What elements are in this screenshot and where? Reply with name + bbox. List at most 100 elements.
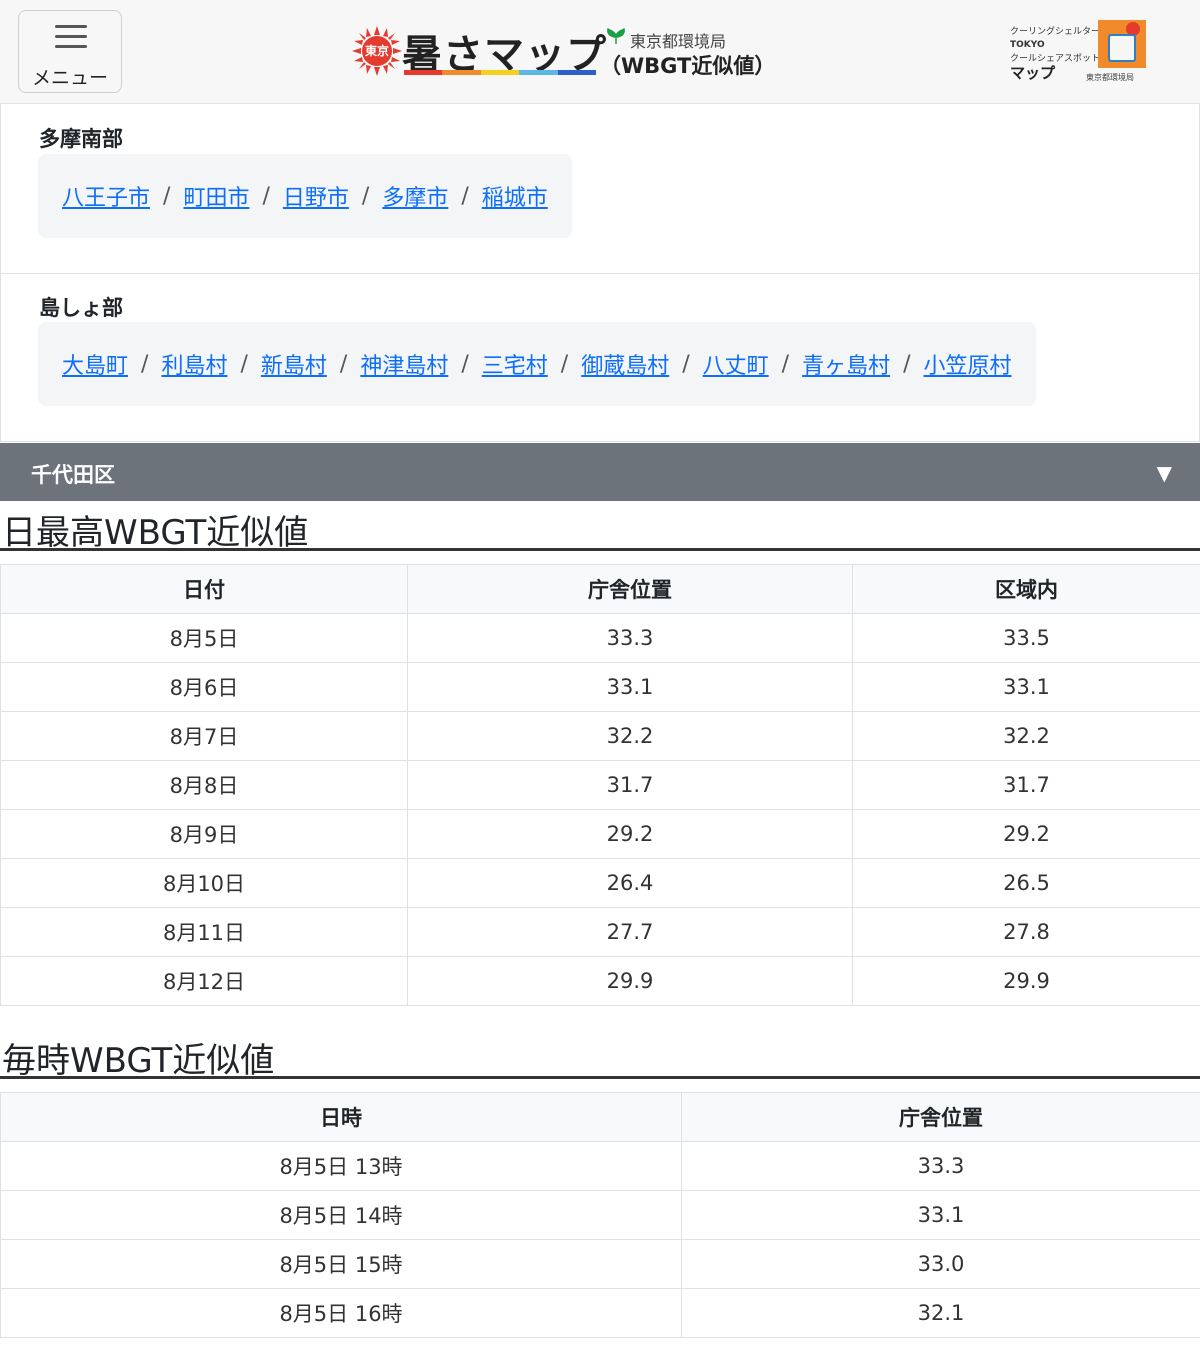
city-link[interactable]: 日野市 bbox=[283, 180, 349, 212]
cell-date: 8月6日 bbox=[0, 662, 408, 712]
cell-office: 29.9 bbox=[407, 956, 853, 1006]
cell-datetime: 8月5日 16時 bbox=[0, 1288, 682, 1338]
city-link[interactable]: 三宅村 bbox=[482, 348, 548, 380]
city-link[interactable]: 新島村 bbox=[261, 348, 327, 380]
cell-area: 31.7 bbox=[852, 760, 1200, 810]
link-separator: / bbox=[240, 351, 248, 377]
house-icon bbox=[1108, 34, 1136, 62]
cell-office: 33.1 bbox=[407, 662, 853, 712]
cell-office: 31.7 bbox=[407, 760, 853, 810]
column-header-date: 日付 bbox=[0, 564, 408, 614]
cell-office: 33.3 bbox=[407, 613, 853, 663]
region-title: 島しょ部 bbox=[39, 296, 123, 320]
cell-date: 8月5日 bbox=[0, 613, 408, 663]
cell-office: 29.2 bbox=[407, 809, 853, 859]
city-link[interactable]: 神津島村 bbox=[360, 348, 448, 380]
link-separator: / bbox=[163, 183, 171, 209]
cool-map-line4: マップ bbox=[1010, 64, 1056, 82]
city-link[interactable]: 利島村 bbox=[161, 348, 227, 380]
hourly-heading-rule bbox=[0, 1076, 1200, 1079]
city-link[interactable]: 町田市 bbox=[183, 180, 249, 212]
table-row: 8月5日 33.3 33.5 bbox=[0, 613, 1200, 663]
cell-office: 32.2 bbox=[407, 711, 853, 761]
region-list: 多摩南部 八王子市 / 町田市 / 日野市 / 多摩市 / 稲城市 島しょ部 大… bbox=[0, 104, 1200, 442]
table-row: 8月5日 14時 33.1 bbox=[0, 1190, 1200, 1240]
table-row: 8月7日 32.2 32.2 bbox=[0, 711, 1200, 761]
site-header: メニュー 東京 暑さマップ 東京都環境局 （WBGT近似値） クーリングシェルタ… bbox=[0, 0, 1200, 104]
column-header-office: 庁舎位置 bbox=[681, 1092, 1200, 1142]
link-separator: / bbox=[361, 183, 370, 209]
site-logo[interactable]: 東京 暑さマップ 東京都環境局 （WBGT近似値） bbox=[352, 20, 775, 82]
cell-office: 32.1 bbox=[681, 1288, 1200, 1338]
region-title: 多摩南部 bbox=[39, 127, 123, 151]
cell-area: 29.2 bbox=[852, 809, 1200, 859]
cell-area: 27.8 bbox=[852, 907, 1200, 957]
city-link[interactable]: 稲城市 bbox=[482, 180, 548, 212]
cell-date: 8月9日 bbox=[0, 809, 408, 859]
cell-area: 32.2 bbox=[852, 711, 1200, 761]
link-separator: / bbox=[262, 183, 270, 209]
link-separator: / bbox=[141, 351, 149, 377]
link-separator: / bbox=[461, 183, 469, 209]
logo-subtitle: （WBGT近似値） bbox=[600, 54, 776, 78]
region-divider bbox=[1, 273, 1199, 274]
cell-office: 33.3 bbox=[681, 1141, 1200, 1191]
table-row: 8月5日 16時 32.1 bbox=[0, 1288, 1200, 1338]
logo-bureau: 東京都環境局 bbox=[630, 32, 727, 51]
logo-badge: 東京 bbox=[364, 44, 389, 58]
hourly-heading: 毎時WBGT近似値 bbox=[2, 1041, 275, 1081]
cool-map-bureau: 東京都環境局 bbox=[1086, 73, 1134, 82]
city-link[interactable]: 小笠原村 bbox=[924, 348, 1012, 380]
cell-date: 8月10日 bbox=[0, 858, 408, 908]
cell-date: 8月7日 bbox=[0, 711, 408, 761]
region-link-box: 大島町 / 利島村 / 新島村 / 神津島村 / 三宅村 / 御蔵島村 / 八丈… bbox=[38, 322, 1036, 406]
cell-office: 27.7 bbox=[407, 907, 853, 957]
city-link[interactable]: 大島町 bbox=[62, 348, 128, 380]
link-separator: / bbox=[781, 351, 790, 377]
city-link[interactable]: 多摩市 bbox=[382, 180, 448, 212]
column-header-datetime: 日時 bbox=[0, 1092, 682, 1142]
city-link[interactable]: 八丈町 bbox=[703, 348, 769, 380]
link-separator: / bbox=[560, 351, 569, 377]
cool-map-line2: TOKYO bbox=[1010, 40, 1045, 50]
menu-button[interactable]: メニュー bbox=[18, 10, 122, 93]
city-link[interactable]: 青ヶ島村 bbox=[802, 348, 890, 380]
menu-label: メニュー bbox=[31, 67, 108, 89]
cell-date: 8月8日 bbox=[0, 760, 408, 810]
column-header-office: 庁舎位置 bbox=[407, 564, 853, 614]
cell-office: 33.0 bbox=[681, 1239, 1200, 1289]
cool-share-map-logo[interactable]: クーリングシェルター TOKYO クールシェアスポット マップ 東京都環境局 bbox=[1008, 20, 1148, 84]
table-header-row: 日時 庁舎位置 bbox=[0, 1092, 1200, 1142]
region-link-box: 八王子市 / 町田市 / 日野市 / 多摩市 / 稲城市 bbox=[38, 154, 572, 238]
cell-datetime: 8月5日 15時 bbox=[0, 1239, 682, 1289]
cell-date: 8月11日 bbox=[0, 907, 408, 957]
daily-heading-rule bbox=[0, 548, 1200, 551]
cell-area: 33.5 bbox=[852, 613, 1200, 663]
cell-office: 33.1 bbox=[681, 1190, 1200, 1240]
column-header-area: 区域内 bbox=[852, 564, 1200, 614]
hamburger-icon bbox=[55, 25, 87, 49]
table-row: 8月8日 31.7 31.7 bbox=[0, 760, 1200, 810]
ginkgo-icon bbox=[607, 27, 625, 44]
table-row: 8月10日 26.4 26.5 bbox=[0, 858, 1200, 908]
link-separator: / bbox=[339, 351, 348, 377]
city-link[interactable]: 御蔵島村 bbox=[581, 348, 669, 380]
table-header-row: 日付 庁舎位置 区域内 bbox=[0, 564, 1200, 614]
table-row: 8月5日 13時 33.3 bbox=[0, 1141, 1200, 1191]
logo-rainbow-bar bbox=[404, 70, 597, 75]
table-row: 8月11日 27.7 27.8 bbox=[0, 907, 1200, 957]
cool-map-line1: クーリングシェルター bbox=[1010, 27, 1101, 37]
link-separator: / bbox=[682, 351, 690, 377]
city-link[interactable]: 八王子市 bbox=[62, 180, 150, 212]
link-separator: / bbox=[461, 351, 469, 377]
cell-area: 33.1 bbox=[852, 662, 1200, 712]
ward-accordion-header[interactable]: 千代田区 ▼ bbox=[0, 443, 1200, 501]
cell-office: 26.4 bbox=[407, 858, 853, 908]
table-row: 8月6日 33.1 33.1 bbox=[0, 662, 1200, 712]
table-row: 8月9日 29.2 29.2 bbox=[0, 809, 1200, 859]
cell-area: 26.5 bbox=[852, 858, 1200, 908]
cool-shelter-icon bbox=[1098, 20, 1146, 68]
daily-table: 日付 庁舎位置 区域内 8月5日 33.3 33.5 8月6日 33.1 33.1 8月… bbox=[0, 564, 1200, 1006]
table-row: 8月5日 15時 33.0 bbox=[0, 1239, 1200, 1289]
daily-heading: 日最高WBGT近似値 bbox=[2, 513, 309, 553]
